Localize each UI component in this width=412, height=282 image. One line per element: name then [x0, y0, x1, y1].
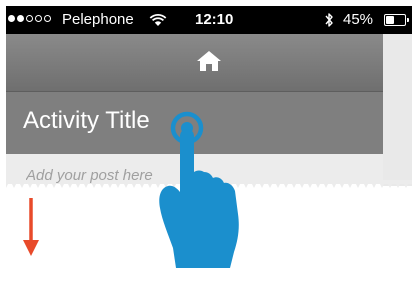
navigation-bar [6, 34, 383, 92]
clock: 12:10 [195, 11, 234, 28]
battery-terminal [407, 18, 409, 22]
signal-dot [8, 15, 15, 22]
home-icon[interactable] [196, 50, 222, 72]
signal-dot [44, 15, 51, 22]
signal-dot [26, 15, 33, 22]
activity-title[interactable]: Activity Title [23, 107, 150, 135]
signal-dot [35, 15, 42, 22]
battery-percentage: 45% [343, 11, 374, 28]
adjacent-panel-edge [383, 34, 412, 186]
wifi-icon [149, 14, 167, 26]
battery-icon [384, 14, 409, 26]
down-arrow-icon [23, 198, 39, 256]
tap-hand-icon [159, 111, 239, 268]
bluetooth-icon [325, 13, 333, 27]
battery-level-fill [386, 16, 395, 24]
signal-dot [17, 15, 24, 22]
signal-strength-icon [8, 15, 51, 22]
status-bar: Pelephone 12:10 45% [6, 6, 412, 34]
carrier-name: Pelephone [62, 11, 134, 28]
screen: Pelephone 12:10 45% Activity Title [0, 0, 412, 282]
